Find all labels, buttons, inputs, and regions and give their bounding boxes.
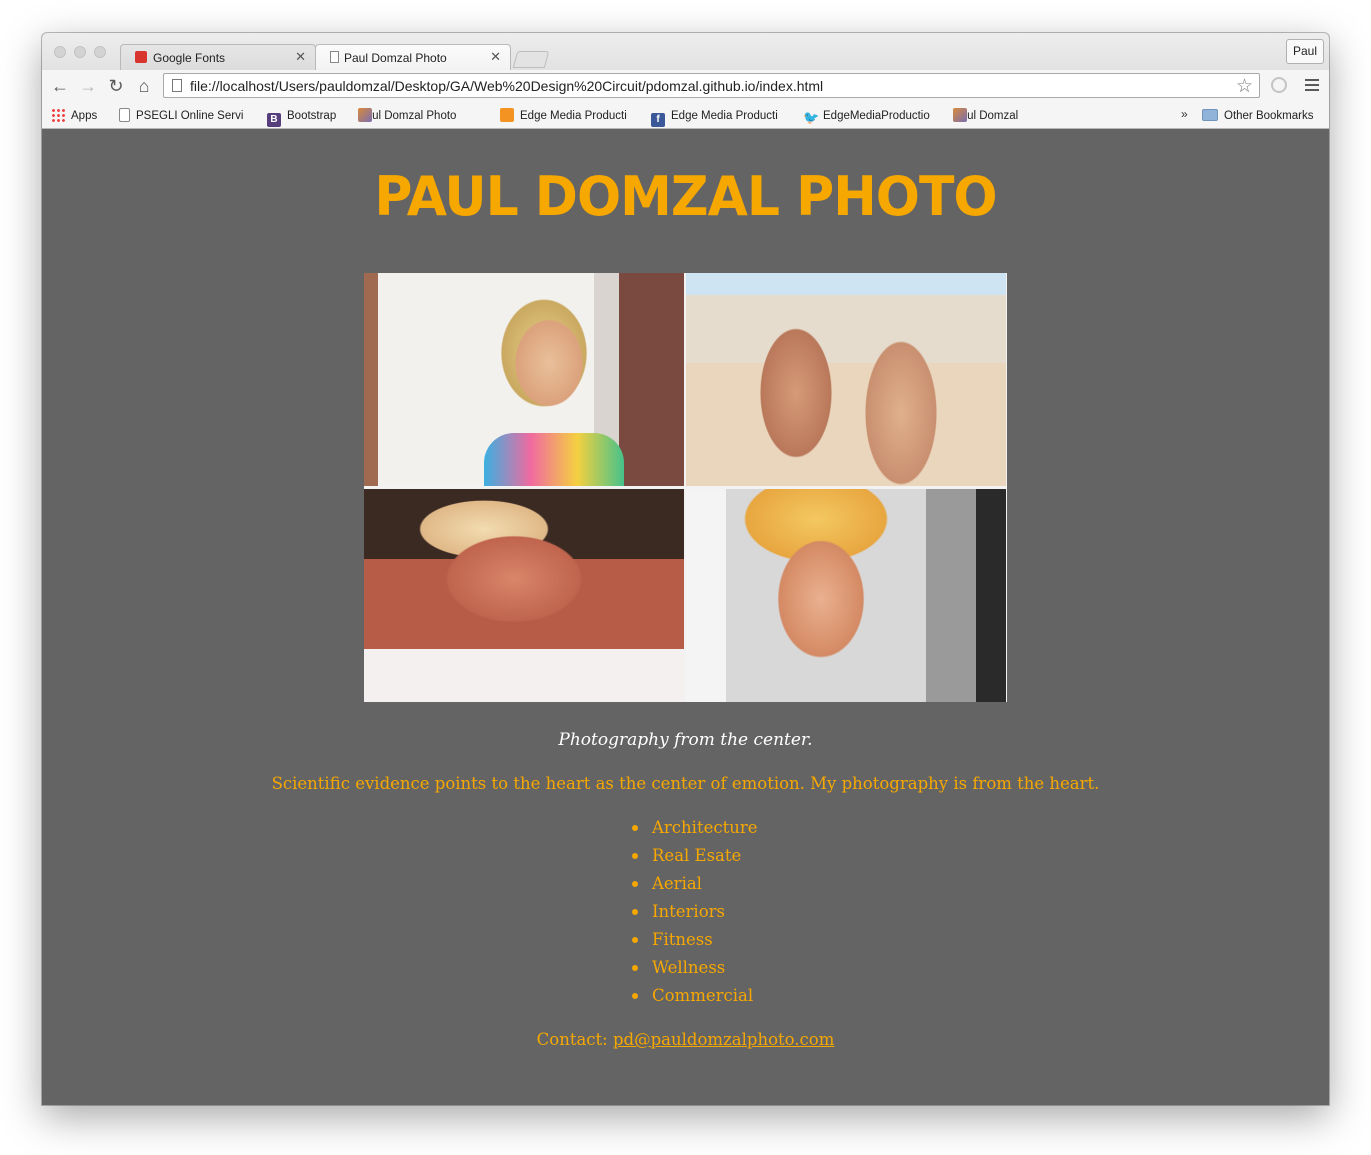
bookmark-psegli[interactable]: PSEGLI Online Servi — [119, 108, 243, 124]
google-fonts-icon — [135, 51, 147, 63]
services-list: Architecture Real Esate Aerial Interiors… — [632, 818, 758, 1014]
url-text: file://localhost/Users/pauldomzal/Deskto… — [190, 78, 824, 94]
minimize-window-button[interactable] — [74, 46, 86, 58]
facebook-icon: f — [651, 113, 665, 127]
close-tab-icon[interactable]: ✕ — [490, 44, 501, 70]
bookmark-edge-media-facebook[interactable]: f Edge Media Producti — [651, 108, 778, 127]
contact-line: Contact: pd@pauldomzalphoto.com — [42, 1030, 1329, 1049]
bookmark-star-icon[interactable]: ☆ — [1236, 75, 1253, 98]
bookmark-paul-domzal-photo[interactable]: Paul Domzal Photo — [358, 108, 456, 124]
twitter-icon: 🐦 — [803, 110, 820, 125]
list-item: Fitness — [632, 930, 758, 958]
bookmark-edge-media[interactable]: Edge Media Producti — [500, 108, 627, 124]
bookmarks-bar: Apps PSEGLI Online Servi B Bootstrap Paul… — [42, 103, 1329, 129]
list-item: Architecture — [632, 818, 758, 846]
tab-title: Paul Domzal Photo — [344, 51, 447, 65]
apps-grid-icon — [51, 108, 65, 122]
page-icon — [330, 51, 339, 63]
contact-email-link[interactable]: pd@pauldomzalphoto.com — [613, 1030, 834, 1049]
browser-window: Google Fonts ✕ Paul Domzal Photo ✕ Paul … — [42, 33, 1329, 1105]
list-item: Aerial — [632, 874, 758, 902]
menu-icon[interactable] — [1305, 79, 1319, 94]
site-title: PAUL DOMZAL PHOTO — [374, 165, 997, 229]
photo-woman-eating-bar — [364, 273, 684, 486]
tab-strip: Google Fonts ✕ Paul Domzal Photo ✕ Paul — [42, 33, 1329, 70]
page-icon — [172, 79, 182, 92]
page-icon — [119, 108, 130, 122]
list-item: Commercial — [632, 986, 758, 1014]
forward-arrow-icon[interactable]: → — [78, 76, 98, 96]
contact-label: Contact: — [536, 1030, 608, 1049]
list-item: Wellness — [632, 958, 758, 986]
photo-collage — [364, 273, 1007, 702]
tab-google-fonts[interactable]: Google Fonts ✕ — [120, 44, 316, 70]
tab-title: Google Fonts — [153, 51, 226, 65]
photo-favicon — [358, 108, 372, 122]
other-bookmarks[interactable]: Other Bookmarks — [1202, 108, 1313, 124]
bookmark-bootstrap[interactable]: B Bootstrap — [267, 108, 336, 127]
bookmark-apps[interactable]: Apps — [51, 108, 97, 124]
bookmarks-overflow-button[interactable]: » — [1181, 107, 1188, 121]
extension-icon[interactable] — [1271, 77, 1287, 93]
tab-paul-domzal-photo[interactable]: Paul Domzal Photo ✕ — [315, 44, 511, 70]
photo-woman-lying-on-pillow — [364, 489, 684, 702]
photo-favicon — [953, 108, 967, 122]
photo-women-on-beach — [686, 273, 1006, 486]
home-icon[interactable]: ⌂ — [134, 76, 154, 96]
list-item: Interiors — [632, 902, 758, 930]
reload-icon[interactable]: ↻ — [106, 76, 126, 96]
folder-icon — [1202, 109, 1218, 121]
bookmark-edge-media-twitter[interactable]: 🐦 EdgeMediaProductio — [803, 108, 930, 125]
close-window-button[interactable] — [54, 46, 66, 58]
bookmark-paul-domzal[interactable]: Paul Domzal — [953, 108, 1018, 124]
tagline: Photography from the center. — [558, 730, 813, 750]
zoom-window-button[interactable] — [94, 46, 106, 58]
address-bar[interactable]: file://localhost/Users/pauldomzal/Deskto… — [163, 73, 1260, 98]
lead-paragraph: Scientific evidence points to the heart … — [271, 774, 1100, 793]
close-tab-icon[interactable]: ✕ — [295, 44, 306, 70]
photo-woman-portrait — [686, 489, 1006, 702]
toolbar: ← → ↻ ⌂ file://localhost/Users/pauldomza… — [42, 70, 1329, 103]
back-arrow-icon[interactable]: ← — [50, 76, 70, 96]
bootstrap-icon: B — [267, 113, 281, 127]
edge-media-icon — [500, 108, 514, 122]
page-content: PAUL DOMZAL PHOTO Photography from the c… — [42, 129, 1329, 1105]
profile-button[interactable]: Paul — [1286, 39, 1324, 64]
new-tab-button[interactable] — [512, 51, 550, 68]
list-item: Real Esate — [632, 846, 758, 874]
